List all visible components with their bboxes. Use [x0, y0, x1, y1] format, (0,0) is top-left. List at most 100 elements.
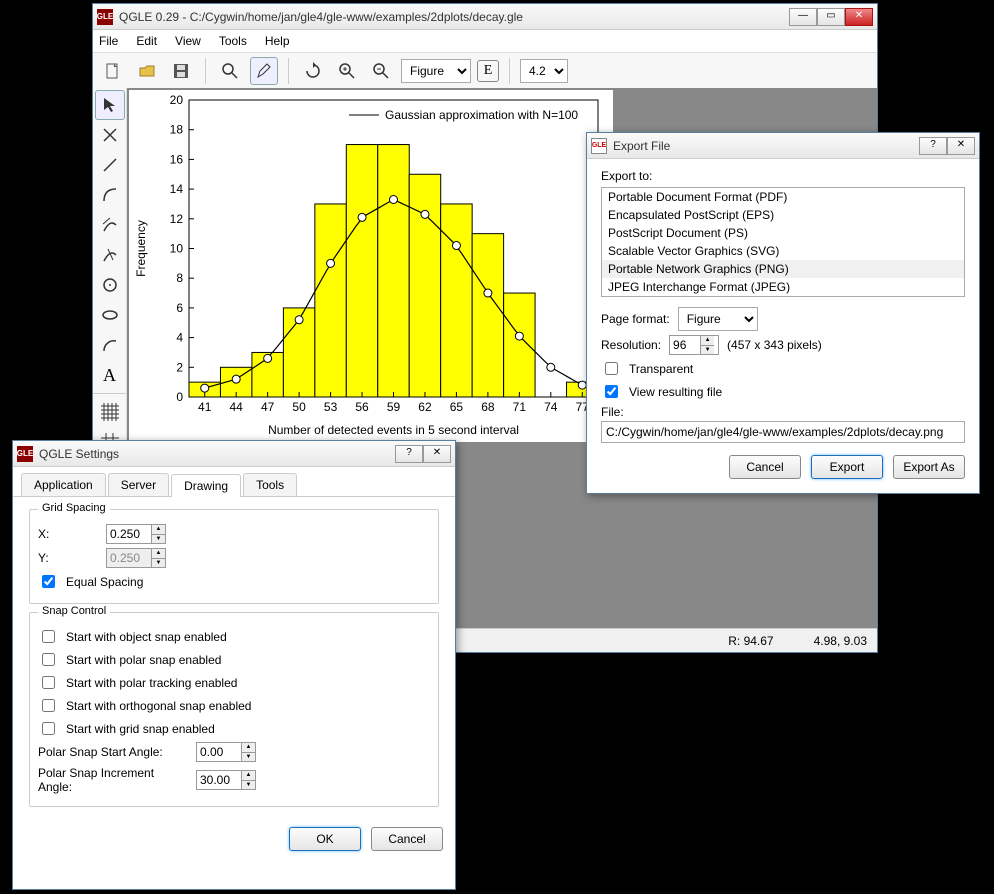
menu-tools[interactable]: Tools — [219, 34, 247, 48]
format-item[interactable]: Portable Network Graphics (PNG) — [602, 260, 964, 278]
grid-x-input[interactable]: ▲▼ — [106, 524, 166, 544]
chart: 0246810121416182041444750535659626568717… — [129, 90, 613, 442]
cancel-button[interactable]: Cancel — [729, 455, 801, 479]
snap-opt-2-checkbox[interactable] — [42, 676, 55, 689]
transparent-checkbox[interactable] — [605, 362, 618, 375]
svg-text:44: 44 — [230, 400, 244, 414]
svg-text:47: 47 — [261, 400, 275, 414]
close-button[interactable]: ✕ — [947, 137, 975, 155]
close-button[interactable]: ✕ — [845, 8, 873, 26]
tab-application[interactable]: Application — [21, 473, 106, 496]
menu-view[interactable]: View — [175, 34, 201, 48]
perpendicular-tool-icon[interactable] — [95, 240, 125, 270]
menu-edit[interactable]: Edit — [136, 34, 157, 48]
settings-dialog: GLE QGLE Settings ? ✕ Application Server… — [12, 440, 456, 890]
tab-server[interactable]: Server — [108, 473, 169, 496]
transparent-label: Transparent — [629, 362, 693, 376]
svg-text:8: 8 — [176, 271, 183, 285]
circle-tool-icon[interactable] — [95, 270, 125, 300]
help-button[interactable]: ? — [395, 445, 423, 463]
polar-inc-label: Polar Snap Increment Angle: — [38, 766, 188, 794]
save-file-icon[interactable] — [167, 57, 195, 85]
svg-text:74: 74 — [544, 400, 558, 414]
polar-start-label: Polar Snap Start Angle: — [38, 745, 188, 759]
close-button[interactable]: ✕ — [423, 445, 451, 463]
polar-inc-input[interactable]: ▲▼ — [196, 770, 256, 790]
snap-opt-4-checkbox[interactable] — [42, 722, 55, 735]
grid-x-label: X: — [38, 527, 98, 541]
arc-tool-icon[interactable] — [95, 330, 125, 360]
delete-tool-icon[interactable] — [95, 120, 125, 150]
snap-opt-0-checkbox[interactable] — [42, 630, 55, 643]
zoom-in-icon[interactable] — [333, 57, 361, 85]
snap-opt-1-checkbox[interactable] — [42, 653, 55, 666]
format-item[interactable]: Portable Document Format (PDF) — [602, 188, 964, 206]
format-item[interactable]: PostScript Document (PS) — [602, 224, 964, 242]
resolution-input[interactable]: ▲▼ — [669, 335, 719, 355]
svg-text:41: 41 — [198, 400, 212, 414]
resolution-label: Resolution: — [601, 338, 661, 352]
snap-legend: Snap Control — [38, 605, 110, 617]
svg-text:16: 16 — [170, 152, 184, 166]
figure-select[interactable]: Figure — [401, 59, 471, 83]
edit-tool-icon[interactable] — [250, 57, 278, 85]
format-item[interactable]: Scalable Vector Graphics (SVG) — [602, 242, 964, 260]
magnify-icon[interactable] — [216, 57, 244, 85]
svg-text:6: 6 — [176, 301, 183, 315]
curve-tool-icon[interactable] — [95, 180, 125, 210]
line-tool-icon[interactable] — [95, 150, 125, 180]
format-item[interactable]: JPEG Interchange Format (JPEG) — [602, 278, 964, 296]
svg-text:62: 62 — [418, 400, 432, 414]
menu-file[interactable]: File — [99, 34, 118, 48]
open-file-icon[interactable] — [133, 57, 161, 85]
polar-start-input[interactable]: ▲▼ — [196, 742, 256, 762]
svg-text:4: 4 — [176, 331, 183, 345]
status-xy: 4.98, 9.03 — [814, 634, 867, 648]
minimize-button[interactable]: — — [789, 8, 817, 26]
export-as-button[interactable]: Export As — [893, 455, 965, 479]
snap-opt-3-checkbox[interactable] — [42, 699, 55, 712]
zoom-out-icon[interactable] — [367, 57, 395, 85]
tab-drawing[interactable]: Drawing — [171, 474, 241, 497]
tangent-tool-icon[interactable] — [95, 210, 125, 240]
tab-tools[interactable]: Tools — [243, 473, 297, 496]
export-format-list[interactable]: Portable Document Format (PDF)Encapsulat… — [601, 187, 965, 297]
snap-control-group: Snap Control Start with object snap enab… — [29, 612, 439, 807]
app-icon: GLE — [591, 138, 607, 154]
grid-y-input[interactable]: ▲▼ — [106, 548, 166, 568]
grid-y-label: Y: — [38, 551, 98, 565]
svg-text:56: 56 — [355, 400, 369, 414]
export-button[interactable]: Export — [811, 455, 883, 479]
svg-text:2: 2 — [176, 360, 183, 374]
maximize-button[interactable]: ▭ — [817, 8, 845, 26]
grid-dense-icon[interactable] — [95, 397, 125, 427]
help-button[interactable]: ? — [919, 137, 947, 155]
page-format-select[interactable]: Figure — [678, 307, 758, 331]
equal-spacing-checkbox[interactable] — [42, 575, 55, 588]
export-to-label: Export to: — [601, 169, 965, 183]
grid-spacing-group: Grid Spacing X: ▲▼ Y: ▲▼ Equal Spacing — [29, 509, 439, 604]
ok-button[interactable]: OK — [289, 827, 361, 851]
equal-spacing-label: Equal Spacing — [66, 575, 143, 589]
reload-icon[interactable] — [299, 57, 327, 85]
file-path-input[interactable] — [601, 421, 965, 443]
zoom-select[interactable]: 4.2 — [520, 59, 568, 83]
edit-source-icon[interactable]: E — [477, 60, 499, 82]
view-result-checkbox[interactable] — [605, 385, 618, 398]
format-item[interactable]: Encapsulated PostScript (EPS) — [602, 206, 964, 224]
main-titlebar: GLE QGLE 0.29 - C:/Cygwin/home/jan/gle4/… — [93, 4, 877, 30]
app-icon: GLE — [17, 446, 33, 462]
settings-tabs: Application Server Drawing Tools — [13, 473, 455, 497]
svg-text:71: 71 — [513, 400, 527, 414]
app-icon: GLE — [97, 9, 113, 25]
new-file-icon[interactable] — [99, 57, 127, 85]
cancel-button[interactable]: Cancel — [371, 827, 443, 851]
main-title: QGLE 0.29 - C:/Cygwin/home/jan/gle4/gle-… — [119, 10, 789, 24]
menubar: File Edit View Tools Help — [93, 30, 877, 53]
text-tool-icon[interactable]: A — [95, 360, 125, 390]
svg-text:20: 20 — [170, 93, 184, 107]
ellipse-tool-icon[interactable] — [95, 300, 125, 330]
pointer-tool-icon[interactable] — [95, 90, 125, 120]
menu-help[interactable]: Help — [265, 34, 290, 48]
snap-opt-4-label: Start with grid snap enabled — [66, 722, 215, 736]
